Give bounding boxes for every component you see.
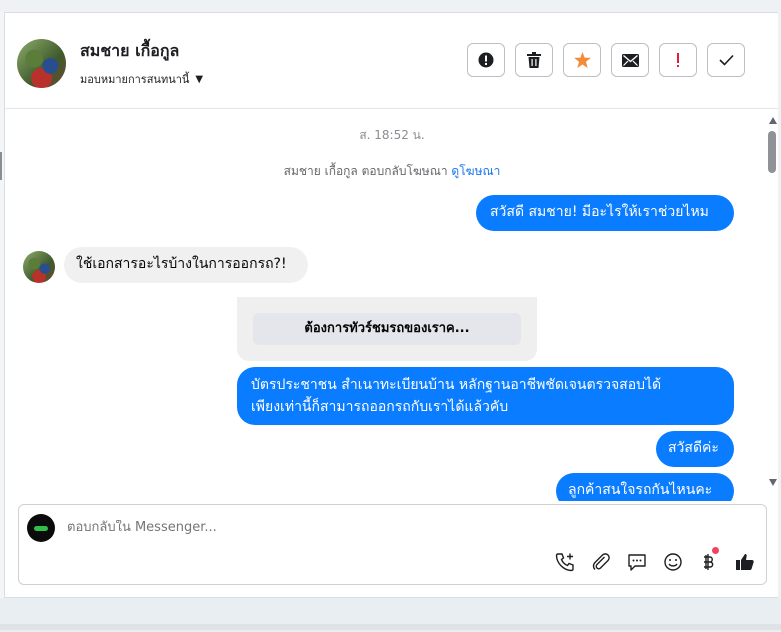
message-timestamp: ส. 18:52 น.: [359, 128, 425, 142]
reply-composer: [18, 504, 767, 585]
check-icon: [718, 54, 734, 66]
message-list[interactable]: ส. 18:52 น. สมชาย เกื้อกูล ตอบกลับโฆษณา …: [5, 109, 778, 501]
conversation-panel: สมชาย เกื้อกูล มอบหมายการสนทนานี้ ▼ ส. 1…: [4, 12, 778, 598]
exclamation-icon: [677, 53, 679, 67]
contact-avatar-small[interactable]: [23, 251, 55, 283]
scroll-thumb[interactable]: [768, 131, 776, 173]
taskbar-strip: [0, 598, 781, 632]
incoming-message[interactable]: ใช้เอกสารอะไรบ้างในการออกรถ?!: [64, 247, 308, 283]
delete-button[interactable]: [515, 43, 553, 77]
contact-name[interactable]: สมชาย เกื้อกูล: [80, 39, 179, 64]
quick-reply-card: ต้องการทัวร์ชมรถของเราค...: [237, 297, 537, 361]
envelope-icon: [621, 53, 639, 67]
emoji-icon[interactable]: [662, 551, 684, 573]
scroll-up-arrow-icon[interactable]: [769, 117, 777, 124]
ad-reply-notice: สมชาย เกื้อกูล ตอบกลับโฆษณา ดูโฆษณา: [5, 162, 778, 181]
edge-tick: [0, 152, 2, 180]
message-text: สวัสดี สมชาย! มีอะไรให้เราช่วยไหม: [490, 204, 709, 220]
scroll-down-arrow-icon[interactable]: [769, 479, 777, 486]
message-line-2: เพียงเท่านี้ก็สามารถออกรถกับเราได้แล้วคั…: [251, 399, 509, 415]
page-avatar: [27, 514, 55, 542]
reply-input[interactable]: [67, 520, 667, 535]
message-line-1: บัตรประชาชน สำเนาทะเบียนบ้าน หลักฐานอาชี…: [251, 377, 662, 393]
message-text: ใช้เอกสารอะไรบ้างในการออกรถ?!: [76, 256, 287, 272]
notification-dot: [712, 547, 719, 554]
outgoing-message[interactable]: สวัสดี สมชาย! มีอะไรให้เราช่วยไหม: [476, 195, 734, 231]
saved-replies-icon[interactable]: [626, 551, 648, 573]
spam-button[interactable]: [467, 43, 505, 77]
paperclip-icon[interactable]: [590, 551, 612, 573]
mark-done-button[interactable]: [707, 43, 745, 77]
star-icon: [573, 52, 591, 68]
mark-unread-button[interactable]: [611, 43, 649, 77]
trash-icon: [527, 52, 541, 68]
priority-button[interactable]: [659, 43, 697, 77]
baht-payment-icon[interactable]: [698, 551, 720, 573]
view-ad-link[interactable]: ดูโฆษณา: [451, 164, 500, 178]
message-scrollbar[interactable]: [765, 109, 778, 501]
alert-circle-icon: [478, 52, 494, 68]
conversation-header: สมชาย เกื้อกูล มอบหมายการสนทนานี้ ▼: [5, 13, 778, 109]
ad-notice-text: สมชาย เกื้อกูล ตอบกลับโฆษณา: [283, 164, 448, 178]
outgoing-message[interactable]: ลูกค้าสนใจรถกันไหนคะ: [556, 473, 734, 501]
contact-avatar[interactable]: [17, 39, 66, 88]
star-button[interactable]: [563, 43, 601, 77]
thumbs-up-icon[interactable]: [734, 551, 756, 573]
outgoing-message[interactable]: สวัสดีค่ะ: [656, 431, 734, 467]
caret-down-icon: ▼: [195, 73, 204, 85]
message-text: ลูกค้าสนใจรถกันไหนคะ: [568, 482, 713, 498]
message-text: สวัสดีค่ะ: [668, 440, 719, 456]
outgoing-message[interactable]: บัตรประชาชน สำเนาทะเบียนบ้าน หลักฐานอาชี…: [237, 367, 734, 425]
assign-conversation-dropdown[interactable]: มอบหมายการสนทนานี้ ▼: [80, 70, 203, 88]
phone-add-icon[interactable]: [554, 551, 576, 573]
assign-label: มอบหมายการสนทนานี้: [80, 73, 190, 86]
card-button[interactable]: ต้องการทัวร์ชมรถของเราค...: [253, 313, 521, 345]
